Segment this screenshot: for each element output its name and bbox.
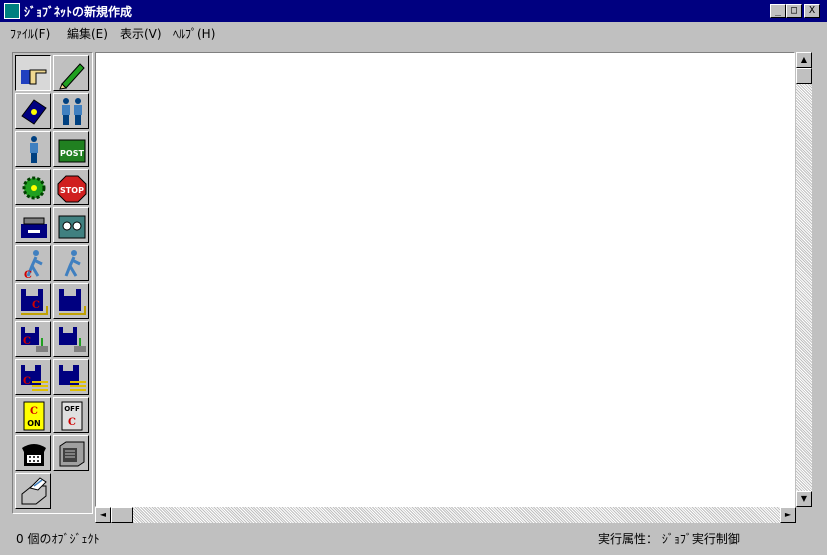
object-count-status: 0 個のｵﾌﾞｼﾞｪｸﾄ [16, 532, 100, 546]
c-mark: C [68, 417, 76, 428]
walking-person-icon [64, 250, 81, 277]
floppy-icon [59, 289, 86, 315]
floppy-c-icon: C [21, 289, 48, 315]
c-mark: C [32, 300, 40, 311]
on-label: ON [27, 419, 41, 428]
menu-view[interactable]: 表示(V) [120, 25, 162, 42]
file-tool[interactable] [53, 283, 89, 319]
floppy-transfer-c-icon: C [21, 327, 48, 352]
file-c-tool[interactable]: C [15, 283, 51, 319]
jobnet-canvas[interactable] [95, 52, 795, 507]
menu-help[interactable]: ﾍﾙﾌﾟ(H) [173, 25, 215, 42]
c-mark: C [30, 406, 38, 417]
horizontal-scroll-thumb[interactable] [111, 507, 133, 523]
minimize-button[interactable]: _ [770, 4, 786, 18]
scroll-left-button[interactable]: ◄ [95, 507, 111, 523]
horizontal-scrollbar[interactable]: ◄ ► [95, 507, 796, 523]
two-people-icon [62, 98, 82, 125]
menu-edit[interactable]: 編集(E) [67, 25, 108, 42]
vertical-scroll-thumb[interactable] [796, 68, 812, 84]
jobnet-icon [21, 99, 47, 125]
file-list-tool[interactable] [53, 359, 89, 395]
walk-tool[interactable] [53, 245, 89, 281]
exec-attribute-status: 実行属性： ｼﾞｮﾌﾞ実行制御 [598, 532, 740, 546]
gear-icon [22, 176, 46, 200]
menu-file[interactable]: ﾌｧｲﾙ(F) [10, 25, 50, 42]
off-label: OFF [64, 405, 80, 413]
window-title: ｼﾞｮﾌﾞﾈｯﾄの新規作成 [24, 5, 133, 19]
scroll-right-button[interactable]: ► [780, 507, 796, 523]
machine-icon [59, 441, 85, 467]
tray-icon [21, 217, 47, 238]
switch-on-icon: C ON [23, 401, 45, 431]
printer-tool[interactable] [15, 473, 51, 509]
tray-tool[interactable] [15, 207, 51, 243]
c-mark: C [23, 336, 31, 347]
stop-label: STOP [60, 186, 84, 195]
stop-tool[interactable]: STOP [53, 169, 89, 205]
c-mark: C [24, 270, 32, 280]
switch-on-tool[interactable]: C ON [15, 397, 51, 433]
file-transfer-tool[interactable] [53, 321, 89, 357]
floppy-list-c-icon: C [21, 365, 48, 391]
app-icon[interactable] [4, 3, 20, 19]
phone-tool[interactable] [15, 435, 51, 471]
pencil-tool[interactable] [53, 55, 89, 91]
menu-bar: ﾌｧｲﾙ(F) 編集(E) 表示(V) ﾍﾙﾌﾟ(H) [0, 22, 827, 42]
person-icon [30, 136, 38, 163]
tool-palette: POST STOP C C C C C ON OFF C [12, 52, 93, 514]
scrollbar-corner [796, 507, 812, 523]
status-bar: 0 個のｵﾌﾞｼﾞｪｸﾄ 実行属性： ｼﾞｮﾌﾞ実行制御 [0, 527, 827, 547]
post-tool[interactable]: POST [53, 131, 89, 167]
telephone-icon [22, 444, 46, 466]
vertical-scrollbar[interactable]: ▲ ▼ [796, 52, 812, 507]
printer-icon [21, 477, 47, 505]
close-button[interactable]: X [804, 4, 820, 18]
maximize-button[interactable]: □ [786, 4, 802, 18]
tape-tool[interactable] [53, 207, 89, 243]
switch-off-icon: OFF C [61, 401, 83, 431]
pointer-tool[interactable] [15, 55, 51, 91]
gear-tool[interactable] [15, 169, 51, 205]
c-mark: C [23, 376, 31, 387]
group-tool[interactable] [53, 93, 89, 129]
pointing-hand-icon [21, 69, 47, 85]
stop-icon: STOP [57, 175, 87, 203]
post-label: POST [60, 149, 84, 158]
file-transfer-c-tool[interactable]: C [15, 321, 51, 357]
switch-off-tool[interactable]: OFF C [53, 397, 89, 433]
pencil-icon [59, 63, 85, 90]
jobnet-tool[interactable] [15, 93, 51, 129]
title-bar: ｼﾞｮﾌﾞﾈｯﾄの新規作成 _ □ X [0, 0, 827, 22]
post-icon: POST [58, 139, 86, 163]
scroll-down-button[interactable]: ▼ [796, 491, 812, 507]
file-list-c-tool[interactable]: C [15, 359, 51, 395]
floppy-list-icon [59, 365, 86, 391]
walk-c-tool[interactable]: C [15, 245, 51, 281]
person-tool[interactable] [15, 131, 51, 167]
walking-person-c-icon: C [24, 250, 43, 280]
scroll-up-button[interactable]: ▲ [796, 52, 812, 68]
floppy-transfer-icon [59, 327, 86, 352]
tape-icon [58, 215, 86, 239]
machine-tool[interactable] [53, 435, 89, 471]
